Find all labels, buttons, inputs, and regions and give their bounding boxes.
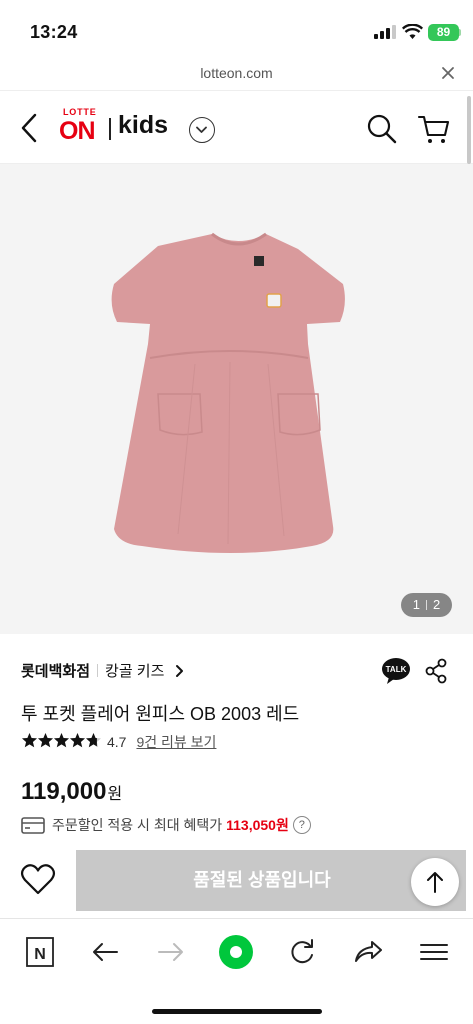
scroll-indicator	[467, 96, 471, 164]
logo-divider	[109, 118, 111, 140]
soldout-button[interactable]: 품절된 상품입니다	[76, 850, 466, 911]
menu-icon[interactable]	[416, 935, 452, 969]
back-arrow-icon[interactable]	[87, 935, 123, 969]
price-amount: 119,000	[21, 778, 107, 805]
rating-score: 4.7	[107, 734, 127, 750]
battery-tip	[459, 29, 461, 36]
product-title: 투 포켓 플레어 원피스 OB 2003 레드	[21, 704, 300, 724]
signal-icon	[374, 25, 396, 39]
reviews-link[interactable]: 9건 리뷰 보기	[136, 732, 216, 752]
card-icon	[21, 816, 45, 834]
n-icon[interactable]: N	[22, 935, 58, 969]
image-counter-total: 2	[433, 597, 441, 612]
heart-icon[interactable]	[20, 862, 56, 896]
lotte-on-logo[interactable]: LOTTE ON	[59, 107, 105, 147]
brand-divider	[97, 664, 99, 677]
section-title[interactable]: kids	[118, 111, 168, 140]
image-counter-current: 1	[412, 597, 420, 612]
logo-lotte-text: LOTTE	[63, 107, 97, 117]
chevron-right-icon[interactable]	[175, 664, 185, 678]
site-header: LOTTE ON kids	[0, 90, 473, 164]
home-indicator	[152, 1009, 322, 1014]
arrow-up-icon	[427, 872, 443, 893]
back-icon[interactable]	[17, 111, 41, 145]
benefit-row: 주문할인 적용 시 최대 혜택가 113,050원 ?	[21, 815, 311, 835]
status-bar: 13:24 89	[0, 0, 473, 58]
chevron-down-icon	[196, 126, 207, 133]
svg-text:TALK: TALK	[386, 665, 407, 674]
logo-on-text: ON	[59, 117, 95, 145]
rating-row: 4.7 9건 리뷰 보기	[21, 732, 216, 752]
brand-name[interactable]: 캉골 키즈	[105, 663, 164, 680]
status-time: 13:24	[30, 22, 78, 42]
help-icon[interactable]: ?	[292, 816, 311, 834]
browser-url-bar[interactable]: lotteon.com	[0, 58, 473, 90]
share-arrow-icon[interactable]	[350, 935, 386, 969]
benefit-price: 113,050원	[226, 817, 289, 833]
benefit-label: 주문할인 적용 시 최대 혜택가	[52, 817, 223, 833]
close-icon[interactable]	[440, 65, 456, 81]
search-icon[interactable]	[366, 113, 398, 145]
forward-arrow-icon[interactable]	[153, 935, 189, 969]
svg-text:N: N	[34, 946, 46, 963]
star-icon	[86, 732, 101, 747]
dress-image	[111, 232, 345, 553]
rating-stars	[21, 732, 101, 753]
star-icon	[70, 732, 85, 747]
wifi-icon	[402, 24, 423, 39]
share-icon[interactable]	[425, 658, 447, 684]
price: 119,000원	[21, 778, 122, 806]
battery-icon: 89	[428, 24, 459, 41]
product-image[interactable]: Joonggonara	[0, 164, 473, 634]
section-dropdown-button[interactable]	[189, 117, 215, 143]
image-counter: 12	[401, 593, 452, 617]
star-icon	[54, 732, 69, 747]
green-home-icon[interactable]	[218, 935, 254, 969]
star-icon	[22, 732, 37, 747]
star-icon	[38, 732, 53, 747]
counter-divider	[426, 600, 427, 610]
price-currency: 원	[107, 786, 123, 803]
url-text[interactable]: lotteon.com	[0, 65, 473, 81]
brand-row[interactable]: 롯데백화점 캉골 키즈	[21, 660, 185, 681]
cart-icon[interactable]	[417, 113, 451, 145]
seller-name[interactable]: 롯데백화점	[21, 663, 90, 680]
scroll-top-button[interactable]	[411, 858, 459, 906]
refresh-icon[interactable]	[284, 935, 320, 969]
kakao-talk-icon[interactable]: TALK	[381, 657, 411, 685]
